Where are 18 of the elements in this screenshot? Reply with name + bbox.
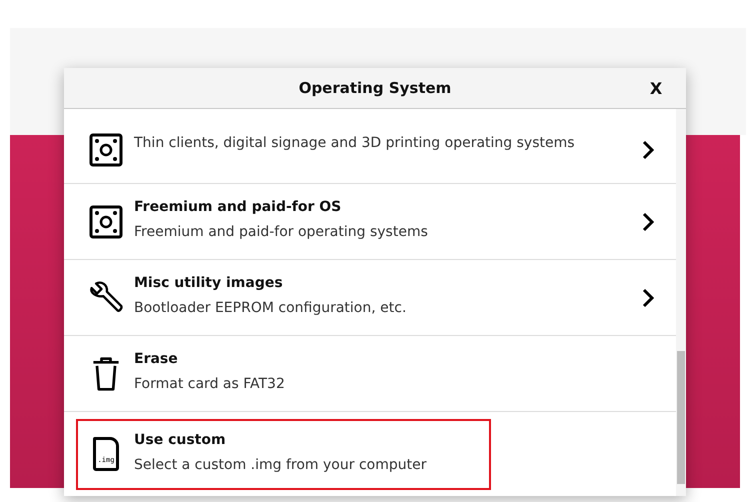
list-item[interactable]: Misc utility images Bootloader EEPROM configuration, etc. <box>76 260 628 335</box>
list-item[interactable]: Freemium and paid-for OS Freemium and paid-for operating systems <box>76 184 628 259</box>
close-button[interactable]: X <box>626 68 686 108</box>
item-title: Freemium and paid-for OS <box>134 199 342 215</box>
item-description: Bootloader EEPROM configuration, etc. <box>134 299 406 318</box>
item-description: Format card as FAT32 <box>134 375 285 394</box>
item-title: Erase <box>134 351 179 367</box>
list-item[interactable]: Erase Format card as FAT32 <box>76 336 628 411</box>
item-description: Freemium and paid-for operating systems <box>134 223 428 242</box>
dialog-title: Operating System <box>298 79 452 97</box>
item-description: Select a custom .img from your computer <box>134 456 426 474</box>
board-icon <box>88 204 124 240</box>
item-title: Misc utility images <box>134 275 284 291</box>
list-item[interactable]: Thin clients, digital signage and 3D printing operating systems <box>76 130 628 170</box>
item-title: Use custom <box>134 432 227 448</box>
scrollbar-thumb[interactable] <box>677 351 685 484</box>
item-description: Thin clients, digital signage and 3D printing operating systems <box>134 134 575 153</box>
board-icon <box>88 132 124 168</box>
